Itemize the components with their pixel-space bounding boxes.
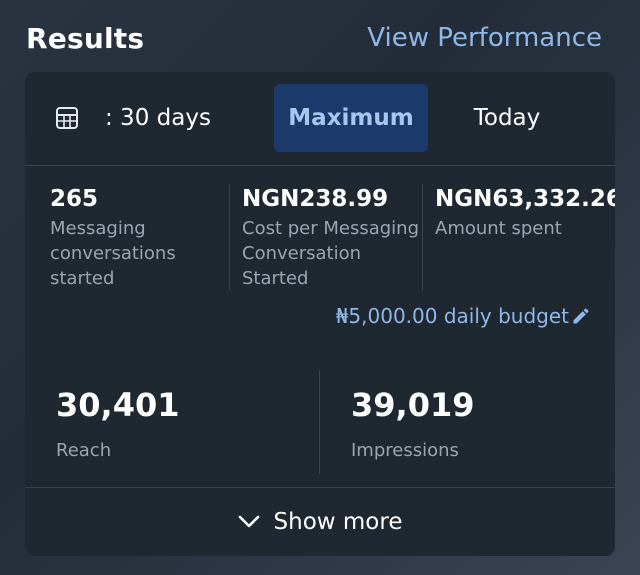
calendar-grid-icon	[56, 107, 78, 129]
date-range-selector: : 30 days Maximum Today	[25, 72, 615, 166]
pencil-icon	[573, 308, 589, 324]
metric-label: Amount spent	[435, 218, 562, 239]
results-header: Results View Performance	[26, 18, 602, 58]
chevron-down-icon	[238, 515, 259, 528]
page-title: Results	[26, 21, 145, 55]
divider	[422, 184, 423, 290]
metric-amount-spent: NGN63,332.26 Amount spent	[435, 186, 615, 241]
view-performance-link[interactable]: View Performance	[367, 23, 602, 53]
divider	[319, 370, 320, 474]
metric-label: Cost per Messaging Conversation Started	[242, 218, 420, 289]
metric-value: NGN63,332.26	[435, 186, 615, 212]
metric-value: 265	[50, 186, 99, 212]
range-option-today[interactable]: Today	[445, 84, 569, 152]
metric-value: 39,019	[351, 386, 475, 424]
metric-label: Messaging conversations started	[50, 218, 176, 289]
custom-range-button[interactable]: : 30 days	[55, 84, 255, 152]
metric-cost-per-conversation: NGN238.99 Cost per Messaging Conversatio…	[242, 186, 422, 291]
metric-impressions: 39,019 Impressions	[351, 386, 474, 461]
metric-label: Impressions	[351, 440, 459, 461]
divider	[229, 184, 230, 290]
custom-range-label: : 30 days	[105, 105, 211, 131]
show-more-button[interactable]: Show more	[25, 488, 615, 556]
metric-label: Reach	[56, 440, 112, 461]
metric-value: 30,401	[56, 386, 180, 424]
daily-budget-label: ₦5,000.00 daily budget	[335, 304, 569, 328]
daily-budget-edit[interactable]: ₦5,000.00 daily budget	[336, 304, 591, 328]
results-card: : 30 days Maximum Today 265 Messaging co…	[25, 72, 615, 556]
metric-value: NGN238.99	[242, 186, 389, 212]
metric-reach: 30,401 Reach	[56, 386, 179, 461]
show-more-label: Show more	[273, 509, 403, 535]
range-option-maximum[interactable]: Maximum	[274, 84, 428, 152]
metric-messaging-conversations: 265 Messaging conversations started	[50, 186, 230, 291]
